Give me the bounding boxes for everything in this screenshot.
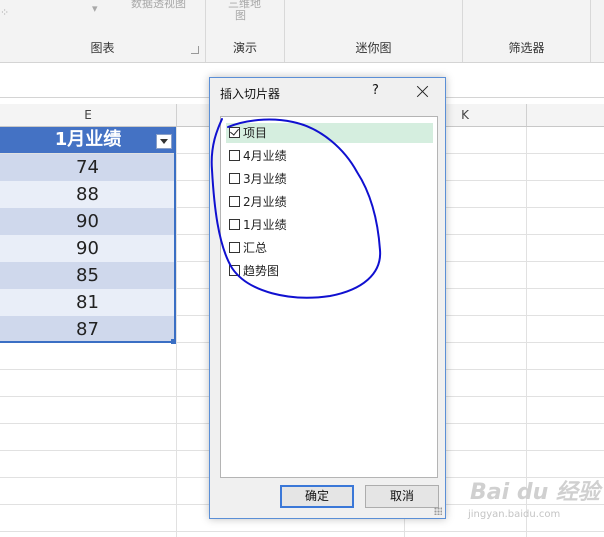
checkbox-unchecked-icon[interactable] — [229, 219, 240, 230]
table-cell[interactable]: 81 — [0, 289, 175, 317]
dialog-launcher-icon[interactable] — [191, 46, 199, 54]
table-cell[interactable]: 88 — [0, 181, 175, 209]
field-label: 项目 — [243, 126, 268, 140]
column-header-l[interactable] — [527, 104, 604, 126]
table-header-cell[interactable]: 1月业绩 — [0, 127, 176, 153]
checkbox-checked-icon[interactable] — [229, 126, 240, 138]
field-item-trend[interactable]: 趋势图 — [226, 261, 433, 281]
watermark-url: jingyan.baidu.com — [468, 509, 561, 520]
field-list[interactable]: 项目 4月业绩 3月业绩 2月业绩 1月业绩 汇总 趋势图 — [220, 116, 438, 478]
group-label-charts: 图表 — [90, 41, 115, 55]
cancel-button[interactable]: 取消 — [365, 485, 439, 508]
ribbon-group-filters: 筛选器 — [463, 0, 591, 62]
ribbon: ▾ ⁘ 数据透视图 三维地 图 图表 演示 迷你图 筛选器 — [0, 0, 604, 63]
group-label-tours: 演示 — [232, 41, 257, 55]
field-item-xiangmu[interactable]: 项目 — [226, 123, 433, 143]
table-header-label: 1月业绩 — [54, 129, 122, 150]
insert-slicer-dialog: 插入切片器 ? 项目 4月业绩 3月业绩 2月业绩 1月业绩 汇总 趋势图 确定… — [209, 77, 446, 519]
field-label: 1月业绩 — [243, 218, 287, 232]
group-label-sparklines: 迷你图 — [355, 41, 392, 55]
resize-grip-icon[interactable] — [434, 507, 442, 515]
filter-dropdown-icon[interactable] — [156, 134, 172, 149]
checkbox-unchecked-icon[interactable] — [229, 196, 240, 207]
checkbox-unchecked-icon[interactable] — [229, 150, 240, 161]
field-label: 3月业绩 — [243, 172, 287, 186]
checkbox-unchecked-icon[interactable] — [229, 265, 240, 276]
checkbox-unchecked-icon[interactable] — [229, 242, 240, 253]
table-resize-handle[interactable] — [171, 339, 176, 344]
field-item-february[interactable]: 2月业绩 — [226, 192, 433, 212]
help-button[interactable]: ? — [372, 83, 379, 98]
ok-button[interactable]: 确定 — [280, 485, 354, 508]
field-label: 4月业绩 — [243, 149, 287, 163]
field-label: 汇总 — [243, 241, 268, 255]
field-label: 趋势图 — [243, 264, 280, 278]
dialog-title: 插入切片器 — [220, 87, 281, 101]
table-cell[interactable]: 74 — [0, 154, 175, 182]
ribbon-group-sparklines: 迷你图 — [285, 0, 463, 62]
column-header-e[interactable]: E — [0, 104, 177, 126]
group-label-filters: 筛选器 — [508, 41, 545, 55]
field-item-january[interactable]: 1月业绩 — [226, 215, 433, 235]
checkbox-unchecked-icon[interactable] — [229, 173, 240, 184]
watermark-logo: Bai du 经验 — [470, 480, 600, 505]
watermark: Bai du 经验 jingyan.baidu.com — [462, 466, 602, 526]
field-label: 2月业绩 — [243, 195, 287, 209]
close-icon[interactable] — [413, 82, 433, 102]
table-cell[interactable]: 90 — [0, 208, 175, 236]
ribbon-group-charts: 图表 — [0, 0, 206, 62]
table-cell[interactable]: 90 — [0, 235, 175, 263]
field-item-total[interactable]: 汇总 — [226, 238, 433, 258]
table-cell[interactable]: 87 — [0, 316, 175, 344]
table-cell[interactable]: 85 — [0, 262, 175, 290]
field-item-march[interactable]: 3月业绩 — [226, 169, 433, 189]
ribbon-group-tours: 演示 — [206, 0, 285, 62]
field-item-april[interactable]: 4月业绩 — [226, 146, 433, 166]
